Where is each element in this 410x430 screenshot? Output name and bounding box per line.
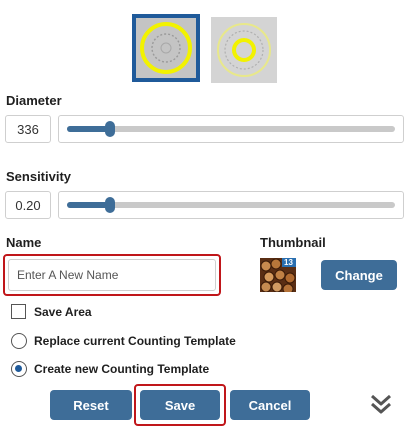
replace-template-label: Replace current Counting Template [34,334,236,348]
slider-fill [67,202,110,208]
thumbnail-count-badge: 13 [284,258,293,267]
change-thumbnail-button[interactable]: Change [321,260,397,290]
thumbnail-label: Thumbnail [260,235,326,250]
slider-track [67,121,395,137]
save-area-checkbox[interactable] [11,304,26,319]
save-area-label: Save Area [34,305,92,319]
diameter-slider[interactable] [58,115,404,143]
template-option-large[interactable] [132,14,200,82]
thumbnail-image: 13 [260,258,296,292]
sensitivity-label: Sensitivity [6,169,72,184]
template-option-small[interactable] [211,17,277,83]
slider-handle[interactable] [104,121,115,137]
create-template-radio[interactable] [11,361,27,377]
save-button[interactable]: Save [140,390,220,420]
create-template-label: Create new Counting Template [34,362,210,376]
name-input[interactable] [8,259,216,291]
sensitivity-slider[interactable] [58,191,404,219]
reset-button[interactable]: Reset [50,390,132,420]
slider-fill [67,126,110,132]
diameter-label: Diameter [6,93,62,108]
name-label: Name [6,235,42,250]
target-ring-icon [217,23,271,77]
sensitivity-value-field[interactable]: 0.20 [5,191,51,219]
target-ring-icon [140,22,192,74]
slider-handle[interactable] [104,197,115,213]
cancel-button[interactable]: Cancel [230,390,310,420]
replace-template-radio[interactable] [11,333,27,349]
name-field-highlight [3,254,221,296]
diameter-value-field[interactable]: 336 [5,115,51,143]
slider-track [67,197,395,213]
double-chevron-down-icon[interactable] [368,391,394,417]
